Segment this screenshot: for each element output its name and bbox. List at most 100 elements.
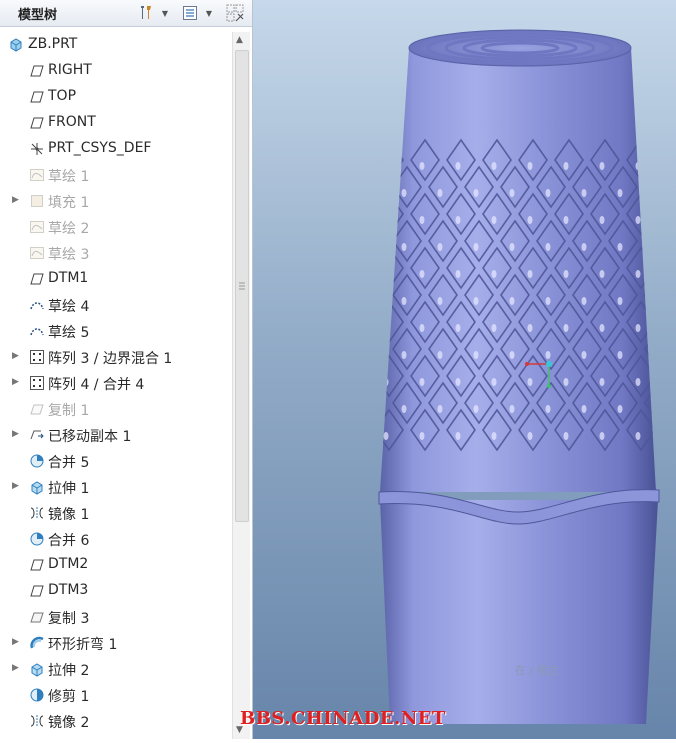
scroll-thumb[interactable] <box>235 50 249 522</box>
model-tree-panel: 模型树 ▼ ▼ ZB.PRT RIGHT TOP FRONT PRT_CSYS_DEF… <box>0 0 253 739</box>
tree-item[interactable]: ▶ 拉伸 2 <box>0 656 232 682</box>
tree-item-label: 拉伸 2 <box>48 660 89 680</box>
tree-item[interactable]: FRONT <box>0 110 232 136</box>
tree-item-label: 草绘 2 <box>48 218 89 238</box>
show-hide-icon[interactable] <box>224 3 246 23</box>
pattern-icon <box>29 349 45 365</box>
tree-item-label: RIGHT <box>48 62 92 78</box>
tree-item-label: 已移动副本 1 <box>48 426 131 446</box>
sketch-icon <box>29 219 45 235</box>
tree-item-label: ZB.PRT <box>28 36 77 52</box>
tree-item-label: 草绘 5 <box>48 322 89 342</box>
tree-item[interactable]: ▶ 填充 1 <box>0 188 232 214</box>
extrude-icon <box>29 661 45 677</box>
tree-item[interactable]: DTM1 <box>0 266 232 292</box>
tree-item[interactable]: PRT_CSYS_DEF <box>0 136 232 162</box>
datum-plane-icon <box>29 583 45 599</box>
tree-item[interactable]: 复制 3 <box>0 604 232 630</box>
expand-arrow-icon[interactable]: ▶ <box>12 195 19 205</box>
expand-arrow-icon[interactable]: ▶ <box>12 429 19 439</box>
tree-item[interactable]: 合并 6 <box>0 526 232 552</box>
tree-item-label: 修剪 1 <box>48 686 89 706</box>
tree-item[interactable]: 草绘 1 <box>0 162 232 188</box>
datum-plane-icon <box>29 271 45 287</box>
sketch-icon <box>29 167 45 183</box>
fill-icon <box>29 193 45 209</box>
tree-item[interactable]: ▶ 阵列 3 / 边界混合 1 <box>0 344 232 370</box>
mirror-icon <box>29 713 45 729</box>
datum-plane-icon <box>29 115 45 131</box>
tree-item-label: 镜像 1 <box>48 504 89 524</box>
tree-item-label: 镜像 2 <box>48 712 89 732</box>
merge-icon <box>29 453 45 469</box>
tree-item[interactable]: ▶ 环形折弯 1 <box>0 630 232 656</box>
merge-icon <box>29 531 45 547</box>
tree-item-label: DTM1 <box>48 270 88 286</box>
chevron-down-icon[interactable]: ▼ <box>204 3 214 23</box>
tree-item-label: DTM2 <box>48 556 88 572</box>
tree-item[interactable]: RIGHT <box>0 58 232 84</box>
expand-arrow-icon[interactable]: ▶ <box>12 351 19 361</box>
mirror-icon <box>29 505 45 521</box>
pattern-icon <box>29 375 45 391</box>
expand-arrow-icon[interactable]: ▶ <box>12 377 19 387</box>
part-icon <box>8 37 24 53</box>
tree-item-label: 合并 6 <box>48 530 89 550</box>
sketch-curve-icon <box>29 323 45 339</box>
copy-icon <box>29 609 45 625</box>
tree-item-label: TOP <box>48 88 76 104</box>
tree-item[interactable]: 镜像 2 <box>0 708 232 734</box>
csys-icon <box>29 141 45 157</box>
tree-filter-icon[interactable] <box>180 3 200 23</box>
extrude-icon <box>29 479 45 495</box>
tree-item-label: 填充 1 <box>48 192 89 212</box>
datum-plane-icon <box>29 557 45 573</box>
datum-plane-icon <box>29 63 45 79</box>
tree-item[interactable]: DTM3 <box>0 578 232 604</box>
moved-copy-icon <box>29 427 45 443</box>
graphics-viewport[interactable]: 在 / 视立 <box>253 0 676 739</box>
tree-item[interactable]: 草绘 5 <box>0 318 232 344</box>
tree-scrollbar[interactable]: ▲ ▼ <box>232 32 250 739</box>
tree-item-root[interactable]: ZB.PRT <box>0 32 232 58</box>
toroidal-bend-icon <box>29 635 45 651</box>
trim-icon <box>29 687 45 703</box>
tree-item-label: 环形折弯 1 <box>48 634 117 654</box>
tree-item[interactable]: ▶ 已移动副本 1 <box>0 422 232 448</box>
sketch-curve-icon <box>29 297 45 313</box>
expand-arrow-icon[interactable]: ▶ <box>12 481 19 491</box>
model-tree-header: 模型树 ▼ ▼ <box>0 0 252 27</box>
expand-arrow-icon[interactable]: ▶ <box>12 663 19 673</box>
expand-arrow-icon[interactable]: ▶ <box>12 637 19 647</box>
tree-item[interactable]: 草绘 2 <box>0 214 232 240</box>
tree-item-label: FRONT <box>48 114 96 130</box>
tree-item-label: 拉伸 1 <box>48 478 89 498</box>
tree-item-label: PRT_CSYS_DEF <box>48 140 151 156</box>
tree-item-label: 合并 5 <box>48 452 89 472</box>
model-render <box>253 0 676 739</box>
panel-title: 模型树 <box>18 4 57 23</box>
scroll-up-icon[interactable]: ▲ <box>236 35 243 45</box>
settings-tools-icon[interactable] <box>136 3 156 23</box>
tree-item[interactable]: 复制 1 <box>0 396 232 422</box>
tree-item[interactable]: 草绘 3 <box>0 240 232 266</box>
tree-item-label: 复制 1 <box>48 400 89 420</box>
chevron-down-icon[interactable]: ▼ <box>160 3 170 23</box>
tree-item-label: DTM3 <box>48 582 88 598</box>
tree-item-label: 草绘 1 <box>48 166 89 186</box>
tree-item[interactable]: ▶阵列 4 / 合并 4 <box>0 370 232 396</box>
tree-item-label: 复制 3 <box>48 608 89 628</box>
datum-plane-icon <box>29 89 45 105</box>
tree-item[interactable]: 合并 5 <box>0 448 232 474</box>
viewport-hint: 在 / 视立 <box>515 662 559 678</box>
tree-item-label: 草绘 4 <box>48 296 89 316</box>
tree-item[interactable]: ▶ 拉伸 1 <box>0 474 232 500</box>
tree-item[interactable]: TOP <box>0 84 232 110</box>
tree-item[interactable]: 修剪 1 <box>0 682 232 708</box>
tree-item[interactable]: 镜像 1 <box>0 500 232 526</box>
tree-item-label: 阵列 3 / 边界混合 1 <box>48 348 172 368</box>
sketch-icon <box>29 245 45 261</box>
tree-item[interactable]: 草绘 4 <box>0 292 232 318</box>
tree-item-label: 草绘 3 <box>48 244 89 264</box>
tree-item[interactable]: DTM2 <box>0 552 232 578</box>
